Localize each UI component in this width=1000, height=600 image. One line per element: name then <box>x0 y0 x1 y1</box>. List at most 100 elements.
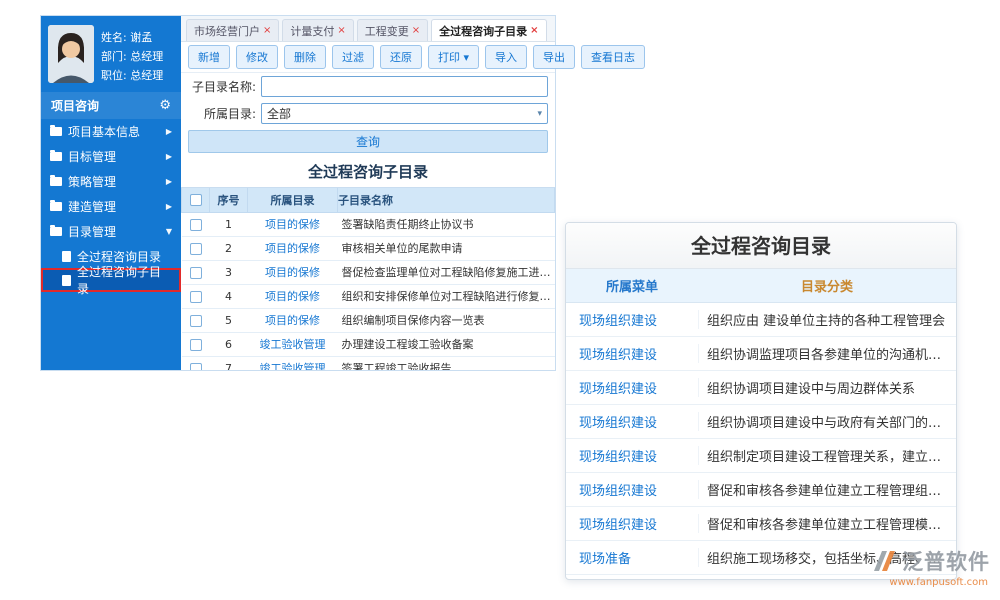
menu-link[interactable]: 现场组织建设 <box>579 382 657 397</box>
toolbar-button[interactable]: 导入 <box>485 45 527 69</box>
toolbar-button[interactable]: 查看日志 <box>581 45 645 69</box>
menu-link[interactable]: 现场组织建设 <box>579 348 657 363</box>
directory-panel: 全过程咨询目录 所属菜单 目录分类 现场组织建设组织应由 建设单位主持的各种工程… <box>565 222 957 580</box>
panel-cell-menu: 现场组织建设 <box>566 412 698 431</box>
tab[interactable]: 计量支付× <box>282 19 353 41</box>
sidebar-item[interactable]: 策略管理▶ <box>41 169 181 194</box>
row-checkbox[interactable] <box>190 363 202 371</box>
cell-name: 组织和安排保修单位对工程缺陷进行修复施工，并跟踪... <box>338 284 555 308</box>
menu-link[interactable]: 现场组织建设 <box>579 450 657 465</box>
menu-link[interactable]: 现场组织建设 <box>579 314 657 329</box>
cell-dir: 竣工验收管理 <box>248 332 338 356</box>
chevron-down-icon: ▾ <box>537 109 542 119</box>
sidebar-header-label: 项目咨询 <box>51 97 99 114</box>
row-checkbox[interactable] <box>190 219 202 231</box>
tab[interactable]: 市场经营门户× <box>186 19 279 41</box>
sidebar-subitem[interactable]: 全过程咨询子目录 <box>41 268 181 292</box>
toolbar-button[interactable]: 新增 <box>188 45 230 69</box>
dir-link[interactable]: 竣工验收管理 <box>260 338 326 351</box>
dir-link[interactable]: 竣工验收管理 <box>260 362 326 370</box>
gear-icon[interactable]: ⚙ <box>159 98 171 113</box>
sidebar-item[interactable]: 项目基本信息▶ <box>41 119 181 144</box>
panel-cell-menu: 现场组织建设 <box>566 310 698 329</box>
row-checkbox[interactable] <box>190 243 202 255</box>
table-row: 4 项目的保修 组织和安排保修单位对工程缺陷进行修复施工，并跟踪... <box>182 284 555 308</box>
tab-close-icon[interactable]: × <box>337 26 345 36</box>
panel-cell-menu: 现场准备 <box>566 548 698 567</box>
panel-row: 现场组织建设组织制定项目建设工程管理关系，建立相... <box>566 439 956 473</box>
tab[interactable]: 全过程咨询子目录× <box>431 19 546 41</box>
parent-dir-value: 全部 <box>267 105 291 122</box>
menu-link[interactable]: 现场组织建设 <box>579 518 657 533</box>
filter-row-subdir: 子目录名称: <box>181 73 555 100</box>
watermark-row: 泛普软件 <box>871 546 990 576</box>
cell-no: 7 <box>210 356 248 370</box>
cell-checkbox <box>182 284 210 308</box>
cell-checkbox <box>182 260 210 284</box>
tab[interactable]: 工程变更× <box>357 19 428 41</box>
panel-row: 现场组织建设督促和审核各参建单位建立工程管理组织... <box>566 473 956 507</box>
cell-dir: 竣工验收管理 <box>248 356 338 370</box>
document-icon <box>62 275 71 286</box>
panel-cell-category: 督促和审核各参建单位建立工程管理模式... <box>698 514 956 533</box>
sidebar-subitem-label: 全过程咨询目录 <box>77 248 161 265</box>
cell-checkbox <box>182 356 210 370</box>
app-window: 姓名: 谢孟 部门: 总经理 职位: 总经理 项目咨询 ⚙ 项目基本信息▶目标管… <box>40 15 556 371</box>
folder-icon <box>50 202 62 211</box>
toolbar-button[interactable]: 修改 <box>236 45 278 69</box>
row-checkbox[interactable] <box>190 291 202 303</box>
query-button[interactable]: 查询 <box>188 130 548 153</box>
avatar <box>48 25 94 83</box>
dir-link[interactable]: 项目的保修 <box>265 242 320 255</box>
cell-checkbox <box>182 236 210 260</box>
dir-link[interactable]: 项目的保修 <box>265 266 320 279</box>
sidebar-item-label: 项目基本信息 <box>68 123 140 140</box>
tab-label: 工程变更 <box>365 23 409 39</box>
parent-dir-label: 所属目录: <box>188 105 256 122</box>
cell-no: 6 <box>210 332 248 356</box>
dir-link[interactable]: 项目的保修 <box>265 290 320 303</box>
list-title: 全过程咨询子目录 <box>181 155 555 187</box>
sidebar-item[interactable]: 目标管理▶ <box>41 144 181 169</box>
dir-link[interactable]: 项目的保修 <box>265 218 320 231</box>
toolbar-button[interactable]: 打印 ▾ <box>428 45 479 69</box>
toolbar-button[interactable]: 还原 <box>380 45 422 69</box>
menu-link[interactable]: 现场准备 <box>579 552 631 567</box>
row-checkbox[interactable] <box>190 339 202 351</box>
row-checkbox[interactable] <box>190 267 202 279</box>
chevron-down-icon: ▼ <box>166 227 172 236</box>
panel-cell-category: 组织协调项目建设中与政府有关部门的关系 <box>698 412 956 431</box>
sidebar-item-label: 目标管理 <box>68 148 116 165</box>
sidebar-subitem-label: 全过程咨询子目录 <box>77 263 171 297</box>
cell-no: 5 <box>210 308 248 332</box>
dir-link[interactable]: 项目的保修 <box>265 314 320 327</box>
panel-cell-category: 组织协调项目建设中与周边群体关系 <box>698 378 956 397</box>
tab-close-icon[interactable]: × <box>263 26 271 36</box>
watermark-url: www.fanpusoft.com <box>871 577 990 588</box>
sidebar-item[interactable]: 目录管理▼ <box>41 219 181 244</box>
cell-name: 督促检查监理单位对工程缺陷修复施工进行跟进的落实... <box>338 260 555 284</box>
tab-close-icon[interactable]: × <box>530 26 538 36</box>
chevron-right-icon: ▶ <box>166 202 172 211</box>
row-checkbox[interactable] <box>190 315 202 327</box>
header-no: 序号 <box>210 188 248 212</box>
table-body: 1项目的保修签署缺陷责任期终止协议书2项目的保修审核相关单位的尾款申请3项目的保… <box>182 212 555 370</box>
parent-dir-select[interactable]: 全部 ▾ <box>261 103 548 124</box>
panel-cell-menu: 现场组织建设 <box>566 344 698 363</box>
cell-name: 办理建设工程竣工验收备案 <box>338 332 555 356</box>
cell-no: 4 <box>210 284 248 308</box>
toolbar-button[interactable]: 导出 <box>533 45 575 69</box>
toolbar-button[interactable]: 过滤 <box>332 45 374 69</box>
menu-link[interactable]: 现场组织建设 <box>579 484 657 499</box>
sidebar: 姓名: 谢孟 部门: 总经理 职位: 总经理 项目咨询 ⚙ 项目基本信息▶目标管… <box>41 16 181 370</box>
table-row: 2项目的保修审核相关单位的尾款申请 <box>182 236 555 260</box>
select-all-checkbox[interactable] <box>190 194 202 206</box>
toolbar-button[interactable]: 删除 <box>284 45 326 69</box>
document-icon <box>62 251 71 262</box>
tab-close-icon[interactable]: × <box>412 26 420 36</box>
menu-link[interactable]: 现场组织建设 <box>579 416 657 431</box>
sidebar-item[interactable]: 建造管理▶ <box>41 194 181 219</box>
subdir-name-input[interactable] <box>261 76 548 97</box>
cell-name: 签署缺陷责任期终止协议书 <box>338 212 555 236</box>
sidebar-header: 项目咨询 ⚙ <box>41 92 181 119</box>
